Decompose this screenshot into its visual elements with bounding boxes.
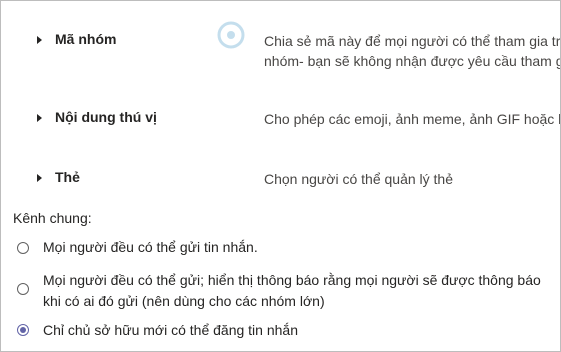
radio-button[interactable] xyxy=(17,283,29,295)
setting-description-line: nhóm- bạn sẽ không nhận được yêu cầu tha… xyxy=(264,53,561,69)
setting-description: Cho phép các emoji, ảnh meme, ảnh GIF ho… xyxy=(264,109,561,129)
team-settings-panel: Mã nhóm Chia sẻ mã này để mọi người có t… xyxy=(0,0,561,352)
radio-label: Chỉ chủ sở hữu mới có thể đăng tin nhắn xyxy=(43,320,298,341)
setting-description-line: Chia sẻ mã này để mọi người có thể tham … xyxy=(264,33,561,49)
radio-label-line: Mọi người đều có thể gửi tin nhắn. xyxy=(43,239,258,255)
setting-title: Mã nhóm xyxy=(55,31,117,47)
radio-label-line: Mọi người đều có thể gửi; hiển thị thông… xyxy=(43,272,541,288)
radio-label: Mọi người đều có thể gửi tin nhắn. xyxy=(43,237,258,258)
setting-description: Chọn người có thể quản lý thẻ xyxy=(264,169,453,189)
setting-fun-stuff[interactable]: Nội dung thú vị Cho phép các emoji, ảnh … xyxy=(1,107,561,131)
radio-label-line: khi có ai đó gửi (nên dùng cho các nhóm … xyxy=(43,293,325,309)
setting-title: Thẻ xyxy=(55,169,80,185)
radio-label-line: Chỉ chủ sở hữu mới có thể đăng tin nhắn xyxy=(43,322,298,338)
setting-description: Chia sẻ mã này để mọi người có thể tham … xyxy=(264,31,561,71)
setting-title: Nội dung thú vị xyxy=(55,109,157,125)
chevron-right-icon[interactable] xyxy=(37,114,42,122)
setting-description-line: Cho phép các emoji, ảnh meme, ảnh GIF ho… xyxy=(264,111,561,127)
general-channel-label: Kênh chung: xyxy=(13,210,92,226)
chevron-right-icon[interactable] xyxy=(37,36,42,44)
setting-tags[interactable]: Thẻ Chọn người có thể quản lý thẻ xyxy=(1,167,560,191)
chevron-right-icon[interactable] xyxy=(37,174,42,182)
radio-button[interactable] xyxy=(17,242,29,254)
setting-description-line: Chọn người có thể quản lý thẻ xyxy=(264,171,454,187)
setting-team-code[interactable]: Mã nhóm Chia sẻ mã này để mọi người có t… xyxy=(1,29,560,69)
radio-button-selected[interactable] xyxy=(17,324,29,336)
radio-label: Mọi người đều có thể gửi; hiển thị thông… xyxy=(43,270,541,312)
